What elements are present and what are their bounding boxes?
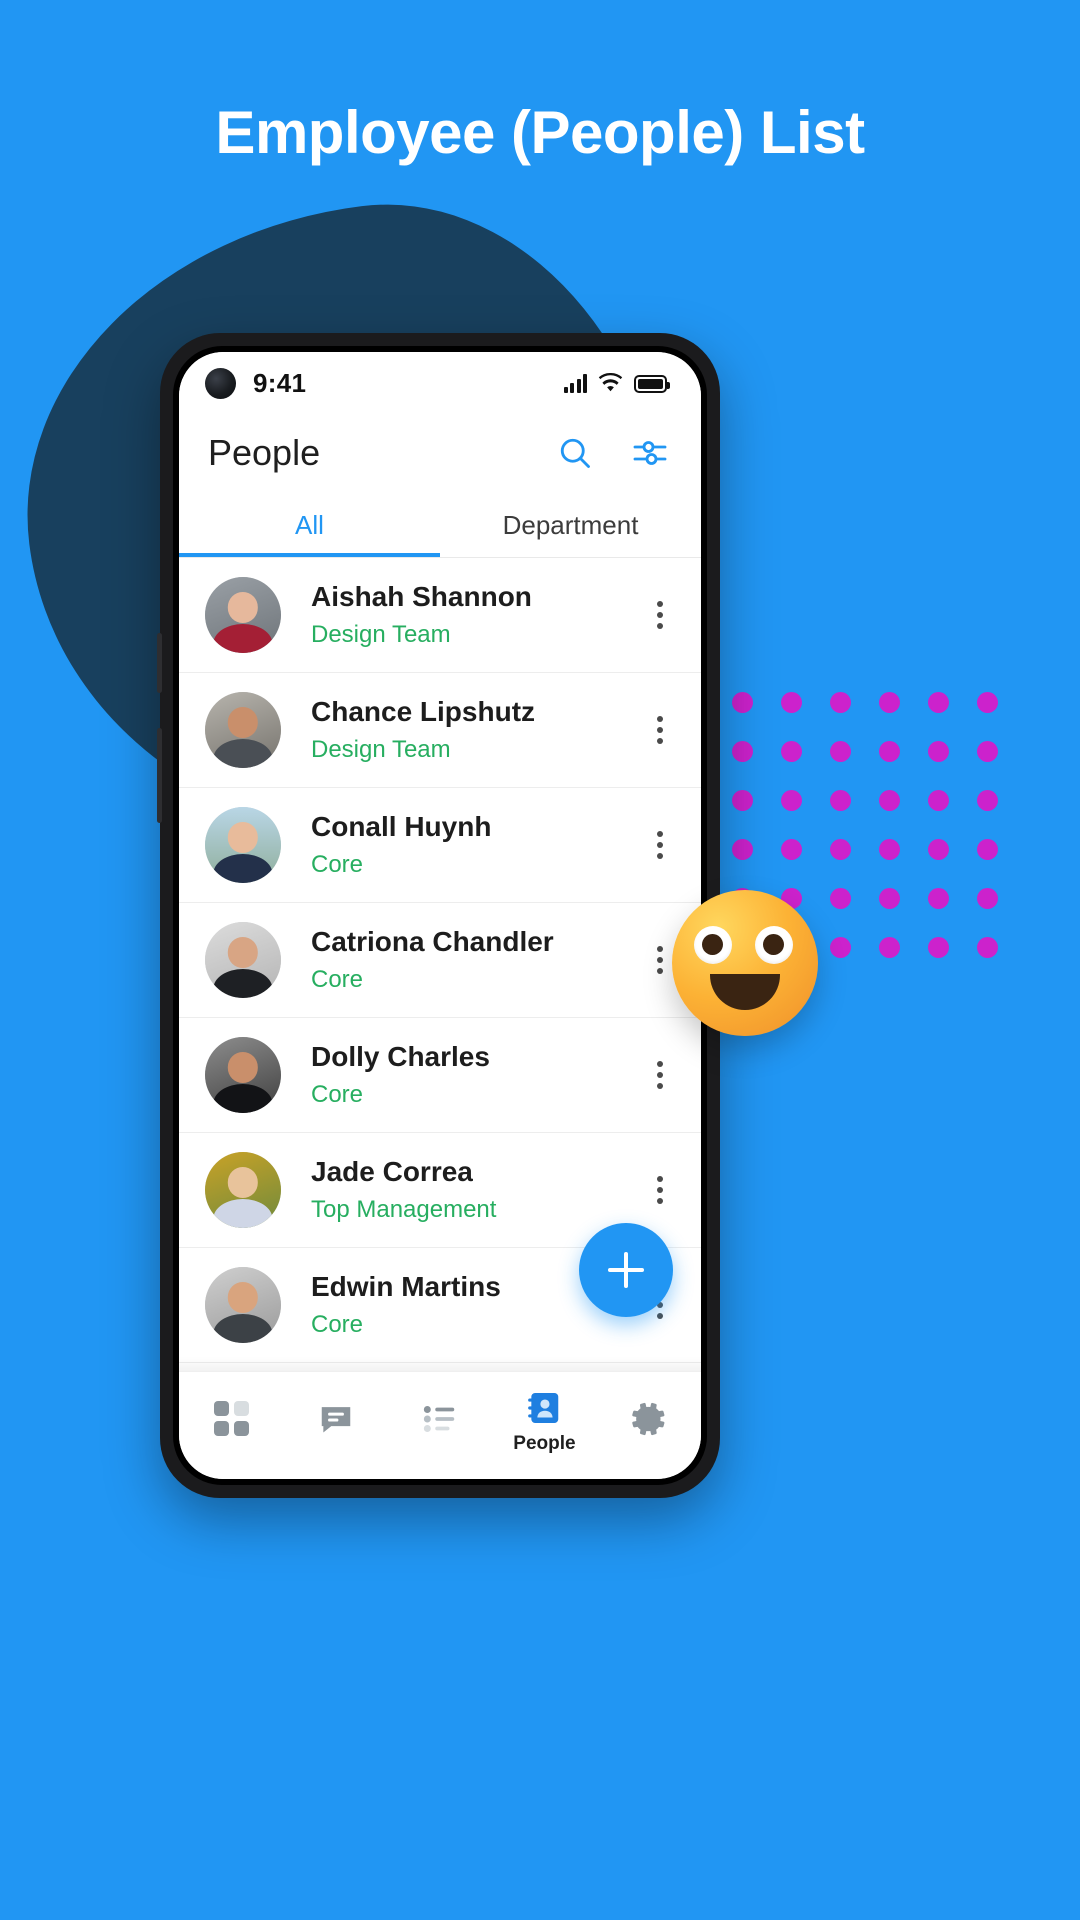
nav-item-chat[interactable]: [283, 1400, 387, 1444]
kebab-menu-icon[interactable]: [647, 1170, 673, 1210]
list-item[interactable]: Conall Huynh Core: [179, 788, 701, 903]
list-item[interactable]: Chance Lipshutz Design Team: [179, 673, 701, 788]
person-department: Design Team: [311, 621, 451, 648]
nav-item-dashboard[interactable]: [179, 1401, 283, 1442]
add-person-fab[interactable]: [579, 1223, 673, 1317]
contact-book-icon: [528, 1392, 559, 1423]
person-department: Core: [311, 1311, 364, 1338]
task-list-icon: [423, 1405, 455, 1432]
avatar: [205, 692, 281, 768]
list-item-text: Aishah Shannon Design Team: [311, 581, 532, 649]
smiling-face-emoji: [672, 890, 818, 1036]
nav-item-tasks[interactable]: [388, 1400, 492, 1444]
avatar: [205, 577, 281, 653]
emoji-eye-right: [755, 926, 793, 964]
search-icon[interactable]: [554, 432, 596, 474]
avatar: [205, 922, 281, 998]
person-name: Edwin Martins: [311, 1271, 501, 1302]
avatar: [205, 1037, 281, 1113]
grid-dashboard-icon: [213, 1401, 249, 1436]
list-item-text: Chance Lipshutz Design Team: [311, 696, 535, 764]
gear-settings-icon: [632, 1402, 665, 1435]
tab-bar: All Department: [179, 492, 701, 558]
chat-bubble-icon: [321, 1406, 350, 1432]
sliders-filter-icon[interactable]: [629, 432, 671, 474]
status-icons: [563, 373, 670, 393]
kebab-menu-icon[interactable]: [647, 595, 673, 635]
kebab-menu-icon[interactable]: [647, 710, 673, 750]
list-item[interactable]: Aishah Shannon Design Team: [179, 558, 701, 673]
app-bar-actions: [554, 432, 671, 474]
person-department: Core: [311, 851, 364, 878]
phone-screen: 9:41 People All Department Aishah Shanno…: [179, 352, 701, 1479]
person-name: Jade Correa: [311, 1156, 473, 1187]
app-bar: People: [179, 414, 701, 492]
person-name: Chance Lipshutz: [311, 696, 536, 727]
app-title: People: [208, 432, 321, 473]
kebab-menu-icon[interactable]: [647, 940, 673, 980]
list-item-text: Catriona Chandler Core: [311, 926, 554, 994]
tab-all[interactable]: All: [179, 492, 440, 558]
avatar: [205, 1267, 281, 1343]
status-time: 9:41: [253, 367, 307, 398]
emoji-mouth: [710, 974, 780, 1010]
list-item-text: Dolly Charles Core: [311, 1041, 490, 1109]
person-department: Top Management: [311, 1196, 497, 1223]
nav-item-settings[interactable]: [597, 1399, 701, 1445]
nav-item-people[interactable]: People: [492, 1389, 596, 1455]
list-item-text: Conall Huynh Core: [311, 811, 491, 879]
list-item[interactable]: Dolly Charles Core: [179, 1018, 701, 1133]
avatar: [205, 807, 281, 883]
list-item[interactable]: Catriona Chandler Core: [179, 903, 701, 1018]
phone-mockup: 9:41 People All Department Aishah Shanno…: [157, 333, 720, 1498]
kebab-menu-icon[interactable]: [647, 1055, 673, 1095]
emoji-eye-left: [694, 926, 732, 964]
person-department: Core: [311, 966, 364, 993]
person-name: Dolly Charles: [311, 1041, 490, 1072]
person-department: Core: [311, 1081, 364, 1108]
person-department: Design Team: [311, 736, 451, 763]
person-name: Conall Huynh: [311, 811, 492, 842]
person-name: Aishah Shannon: [311, 581, 532, 612]
phone-bezel: 9:41 People All Department Aishah Shanno…: [173, 346, 707, 1485]
front-camera-punchhole: [205, 367, 236, 399]
tab-department[interactable]: Department: [440, 492, 701, 558]
status-bar: 9:41: [179, 352, 701, 414]
nav-label-people: People: [513, 1432, 576, 1454]
avatar: [205, 1152, 281, 1228]
page-title: Employee (People) List: [215, 99, 865, 166]
person-name: Catriona Chandler: [311, 926, 554, 957]
battery-full-icon: [634, 375, 670, 393]
signal-bars-icon: [563, 373, 587, 393]
bottom-navigation: People: [179, 1371, 701, 1479]
list-item-text: Jade Correa Top Management: [311, 1156, 496, 1224]
kebab-menu-icon[interactable]: [647, 825, 673, 865]
wifi-icon: [598, 373, 623, 392]
list-item-text: Edwin Martins Core: [311, 1271, 501, 1339]
